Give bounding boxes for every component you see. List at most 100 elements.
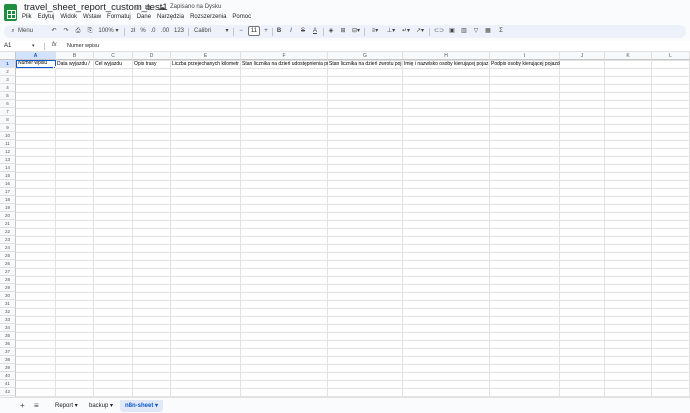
cell-a1[interactable]: Numer wpisu bbox=[16, 60, 56, 68]
italic-icon[interactable]: I bbox=[287, 26, 295, 37]
row-header-10[interactable]: 10 bbox=[0, 132, 16, 140]
decrease-decimal-button[interactable]: .0 bbox=[149, 26, 157, 37]
row-header-15[interactable]: 15 bbox=[0, 172, 16, 180]
name-box[interactable]: A1 bbox=[4, 43, 11, 49]
cell-g1[interactable]: Stan licznika na dzień zwrotu poj bbox=[328, 60, 403, 68]
chevron-down-icon[interactable]: ▾ bbox=[75, 403, 78, 409]
borders-icon[interactable]: ⊞ bbox=[339, 26, 347, 37]
text-wrap-icon[interactable]: ↵▾ bbox=[400, 26, 412, 37]
paint-format-icon[interactable]: ⎘ bbox=[86, 26, 94, 37]
column-header-a[interactable]: A bbox=[16, 52, 56, 60]
menu-file[interactable]: Plik bbox=[22, 12, 32, 22]
font-size-decrease-button[interactable]: − bbox=[237, 26, 245, 37]
all-sheets-button[interactable]: ≡ bbox=[34, 401, 39, 410]
redo-icon[interactable]: ↷ bbox=[62, 26, 70, 37]
formula-input[interactable]: Numer wpisu bbox=[67, 43, 99, 49]
column-header-c[interactable]: C bbox=[94, 52, 133, 60]
row-header-20[interactable]: 20 bbox=[0, 212, 16, 220]
search-icon[interactable]: ⌕ bbox=[10, 26, 16, 37]
cell-i1[interactable]: Podpis osoby kierującej pojazdem bbox=[490, 60, 560, 68]
percent-format-button[interactable]: % bbox=[140, 26, 146, 37]
row-header-16[interactable]: 16 bbox=[0, 180, 16, 188]
select-all-corner[interactable] bbox=[0, 52, 16, 60]
functions-icon[interactable]: Σ bbox=[497, 26, 505, 37]
row-header-42[interactable]: 42 bbox=[0, 388, 16, 396]
row-header-12[interactable]: 12 bbox=[0, 148, 16, 156]
row-header-3[interactable]: 3 bbox=[0, 76, 16, 84]
row-header-13[interactable]: 13 bbox=[0, 156, 16, 164]
sheet-grid[interactable]: ABCDEFGHIJKL 1 2 3 4 5 6 7 8 9 10 11 12 13 14 15 16 17 18… bbox=[0, 52, 690, 397]
cell-h1[interactable]: Imię i nazwisko osoby kierującej pojaz bbox=[403, 60, 490, 68]
row-header-11[interactable]: 11 bbox=[0, 140, 16, 148]
text-rotation-icon[interactable]: ↗▾ bbox=[414, 26, 426, 37]
row-header-8[interactable]: 8 bbox=[0, 116, 16, 124]
fill-handle[interactable] bbox=[53, 66, 56, 69]
menu-view[interactable]: Widok bbox=[60, 12, 77, 22]
name-box-chevron-icon[interactable]: ▾ bbox=[32, 43, 35, 49]
row-header-32[interactable]: 32 bbox=[0, 308, 16, 316]
cell-d1[interactable]: Opis trasy bbox=[133, 60, 171, 68]
row-header-22[interactable]: 22 bbox=[0, 228, 16, 236]
column-header-d[interactable]: D bbox=[133, 52, 171, 60]
menu-help[interactable]: Pomoc bbox=[232, 12, 251, 22]
fill-color-icon[interactable]: ◈ bbox=[327, 26, 335, 37]
row-header-2[interactable]: 2 bbox=[0, 68, 16, 76]
row-header-25[interactable]: 25 bbox=[0, 252, 16, 260]
row-header-37[interactable]: 37 bbox=[0, 348, 16, 356]
row-header-7[interactable]: 7 bbox=[0, 108, 16, 116]
row-header-23[interactable]: 23 bbox=[0, 236, 16, 244]
row-header-17[interactable]: 17 bbox=[0, 188, 16, 196]
row-header-36[interactable]: 36 bbox=[0, 340, 16, 348]
column-header-f[interactable]: F bbox=[241, 52, 328, 60]
font-size-input[interactable]: 11 bbox=[248, 26, 260, 36]
vertical-align-icon[interactable]: ⊥▾ bbox=[385, 26, 397, 37]
row-header-40[interactable]: 40 bbox=[0, 372, 16, 380]
row-header-30[interactable]: 30 bbox=[0, 292, 16, 300]
column-header-g[interactable]: G bbox=[328, 52, 403, 60]
cell-c1[interactable]: Cel wyjazdu bbox=[94, 60, 133, 68]
insert-link-icon[interactable]: ⊂⊃ bbox=[434, 26, 444, 37]
menu-extensions[interactable]: Rozszerzenia bbox=[190, 12, 226, 22]
sheet-tab-report[interactable]: Report ▾ bbox=[50, 400, 83, 412]
cell-e1[interactable]: Liczba przejechanych kilometr bbox=[171, 60, 241, 68]
insert-comment-icon[interactable]: ▣ bbox=[448, 26, 456, 37]
font-chevron-icon[interactable]: ▾ bbox=[224, 26, 230, 37]
column-header-l[interactable]: L bbox=[652, 52, 690, 60]
number-format-button[interactable]: 123 bbox=[174, 26, 184, 37]
column-header-h[interactable]: H bbox=[403, 52, 490, 60]
column-header-j[interactable]: J bbox=[560, 52, 605, 60]
row-header-35[interactable]: 35 bbox=[0, 332, 16, 340]
zoom-select[interactable]: 100% bbox=[98, 26, 114, 37]
menu-search-label[interactable]: Menu bbox=[18, 26, 40, 37]
row-header-41[interactable]: 41 bbox=[0, 380, 16, 388]
currency-format-button[interactable]: zł bbox=[129, 26, 137, 37]
row-header-14[interactable]: 14 bbox=[0, 164, 16, 172]
sheet-tab-backup[interactable]: backup ▾ bbox=[84, 400, 118, 412]
filter-views-icon[interactable]: ▦ bbox=[484, 26, 492, 37]
print-icon[interactable]: ⎙ bbox=[74, 26, 82, 37]
row-header-38[interactable]: 38 bbox=[0, 356, 16, 364]
row-header-26[interactable]: 26 bbox=[0, 260, 16, 268]
row-header-39[interactable]: 39 bbox=[0, 364, 16, 372]
bold-icon[interactable]: B bbox=[275, 26, 283, 37]
font-size-increase-button[interactable]: + bbox=[262, 26, 270, 37]
row-header-19[interactable]: 19 bbox=[0, 204, 16, 212]
add-sheet-button[interactable]: + bbox=[20, 401, 25, 410]
menu-edit[interactable]: Edytuj bbox=[38, 12, 55, 22]
text-color-icon[interactable]: A bbox=[311, 26, 319, 37]
row-header-1[interactable]: 1 bbox=[0, 60, 16, 68]
sheets-logo-icon[interactable] bbox=[4, 4, 17, 21]
column-header-k[interactable]: K bbox=[605, 52, 652, 60]
sheet-tab-n8n-sheet[interactable]: n8n-sheet ▾ bbox=[120, 400, 164, 412]
menu-data[interactable]: Dane bbox=[137, 12, 151, 22]
column-header-b[interactable]: B bbox=[56, 52, 94, 60]
filter-icon[interactable]: ▽ bbox=[472, 26, 480, 37]
row-header-24[interactable]: 24 bbox=[0, 244, 16, 252]
row-header-29[interactable]: 29 bbox=[0, 284, 16, 292]
star-icon[interactable]: ☆ bbox=[134, 3, 141, 12]
row-header-27[interactable]: 27 bbox=[0, 268, 16, 276]
zoom-chevron-icon[interactable]: ▾ bbox=[114, 26, 120, 37]
row-header-31[interactable]: 31 bbox=[0, 300, 16, 308]
row-header-34[interactable]: 34 bbox=[0, 324, 16, 332]
row-header-6[interactable]: 6 bbox=[0, 100, 16, 108]
